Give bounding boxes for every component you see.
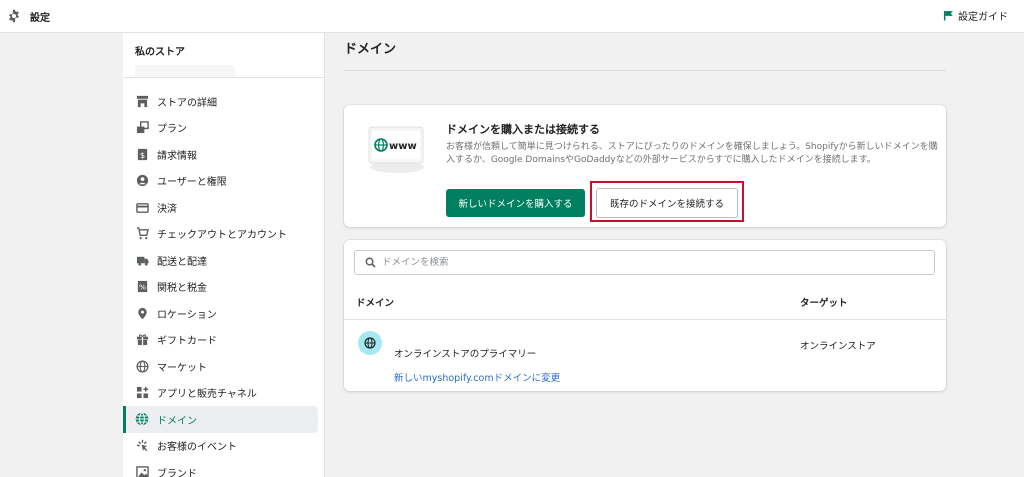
plan-icon bbox=[135, 121, 149, 135]
sidebar-item-users[interactable]: ユーザーと権限 bbox=[123, 168, 324, 195]
globe-icon bbox=[135, 359, 149, 373]
gear-icon bbox=[9, 9, 19, 23]
buy-domain-button[interactable]: 新しいドメインを購入する bbox=[446, 189, 585, 217]
domain-globe-icon bbox=[135, 412, 149, 426]
promo-description: お客様が信頼して簡単に見つけられる、ストアにぴったりのドメインを確保しましょう。… bbox=[446, 142, 938, 165]
sidebar-item-label: ブランド bbox=[157, 468, 197, 477]
domain-row-target: オンラインストア bbox=[800, 341, 876, 352]
sidebar-item-label: チェックアウトとアカウント bbox=[157, 230, 287, 242]
setup-guide-link[interactable]: 設定ガイド bbox=[943, 8, 1008, 23]
store-icon bbox=[135, 94, 149, 108]
buy-connect-domain-card: www ドメインを購入または接続する お客様が信頼して簡単に見つけられる、ストア… bbox=[344, 105, 946, 227]
sidebar-item-label: ドメイン bbox=[157, 415, 197, 427]
sidebar-item-shipping[interactable]: 配送と配達 bbox=[123, 247, 324, 274]
sidebar-item-domains[interactable]: ドメイン bbox=[123, 406, 318, 433]
settings-nav: ストアの詳細 プラン $ 請求情報 ユーザーと権限 決済 チェックアウトとアカウ… bbox=[123, 78, 324, 477]
sidebar-item-checkout[interactable]: チェックアウトとアカウント bbox=[123, 221, 324, 248]
domain-row-name: オンラインストアのプライマリー bbox=[394, 349, 537, 360]
sidebar-item-payments[interactable]: 決済 bbox=[123, 194, 324, 221]
sidebar-item-markets[interactable]: マーケット bbox=[123, 353, 324, 380]
brand-icon bbox=[135, 465, 149, 477]
events-icon bbox=[135, 439, 149, 453]
sidebar-item-label: プラン bbox=[157, 124, 187, 136]
sidebar-item-label: ギフトカード bbox=[157, 336, 217, 348]
connect-existing-domain-button[interactable]: 既存のドメインを接続する bbox=[596, 188, 738, 218]
sidebar-item-label: アプリと販売チャネル bbox=[157, 389, 257, 401]
sidebar-item-plan[interactable]: プラン bbox=[123, 115, 324, 142]
page-title: ドメイン bbox=[344, 42, 397, 57]
setup-guide-label: 設定ガイド bbox=[958, 12, 1008, 23]
domain-search-field[interactable] bbox=[354, 250, 935, 275]
column-header-domain: ドメイン bbox=[356, 298, 395, 309]
sidebar-item-label: ロケーション bbox=[157, 309, 217, 321]
header-divider bbox=[344, 319, 946, 320]
user-icon bbox=[135, 174, 149, 188]
sidebar-item-billing[interactable]: $ 請求情報 bbox=[123, 141, 324, 168]
sidebar-item-label: ユーザーと権限 bbox=[157, 177, 227, 189]
store-header: 私のストア bbox=[123, 33, 324, 78]
sidebar-item-customer-events[interactable]: お客様のイベント bbox=[123, 433, 324, 460]
sidebar-item-gift-cards[interactable]: ギフトカード bbox=[123, 327, 324, 354]
sidebar-item-store-details[interactable]: ストアの詳細 bbox=[123, 88, 324, 115]
truck-icon bbox=[135, 253, 149, 267]
sidebar-item-label: 配送と配達 bbox=[157, 256, 207, 268]
sidebar-item-label: ストアの詳細 bbox=[157, 97, 217, 109]
flag-icon bbox=[943, 10, 953, 21]
change-myshopify-domain-link[interactable]: 新しいmyshopify.comドメインに変更 bbox=[394, 370, 560, 384]
search-icon bbox=[365, 257, 376, 268]
top-bar: 設定 設定ガイド bbox=[0, 0, 1024, 33]
domain-globe-badge-icon bbox=[358, 331, 382, 355]
sidebar-item-taxes[interactable]: % 関税と税金 bbox=[123, 274, 324, 301]
payment-icon bbox=[135, 200, 149, 214]
sidebar-item-apps[interactable]: アプリと販売チャネル bbox=[123, 380, 324, 407]
sidebar-item-brand[interactable]: ブランド bbox=[123, 459, 324, 477]
sidebar-item-label: 関税と税金 bbox=[157, 283, 207, 295]
sidebar-item-locations[interactable]: ロケーション bbox=[123, 300, 324, 327]
sidebar-item-label: 決済 bbox=[157, 203, 177, 215]
search-input[interactable] bbox=[382, 257, 922, 268]
promo-heading: ドメインを購入または接続する bbox=[446, 123, 600, 136]
store-url-placeholder bbox=[135, 65, 235, 77]
www-text: www bbox=[389, 141, 417, 152]
sidebar-item-label: お客様のイベント bbox=[157, 442, 237, 454]
www-illustration: www bbox=[368, 126, 424, 173]
apps-icon bbox=[135, 386, 149, 400]
svg-text:%: % bbox=[138, 283, 145, 292]
tax-icon: % bbox=[135, 280, 149, 294]
domains-list-card: ドメイン ターゲット オンラインストアのプライマリー 新しいmyshopify.… bbox=[344, 240, 946, 391]
title-divider bbox=[344, 70, 946, 71]
page-header-title: 設定 bbox=[30, 13, 50, 24]
gift-icon bbox=[135, 333, 149, 347]
settings-sidebar: 私のストア ストアの詳細 プラン $ 請求情報 ユーザーと権限 決済 チェックア… bbox=[123, 33, 325, 477]
column-header-target: ターゲット bbox=[800, 298, 848, 309]
svg-text:$: $ bbox=[139, 150, 144, 160]
cart-icon bbox=[135, 227, 149, 241]
sidebar-item-label: 請求情報 bbox=[157, 150, 197, 162]
store-name: 私のストア bbox=[135, 47, 185, 58]
location-icon bbox=[135, 306, 149, 320]
sidebar-item-label: マーケット bbox=[157, 362, 207, 374]
billing-icon: $ bbox=[135, 147, 149, 161]
